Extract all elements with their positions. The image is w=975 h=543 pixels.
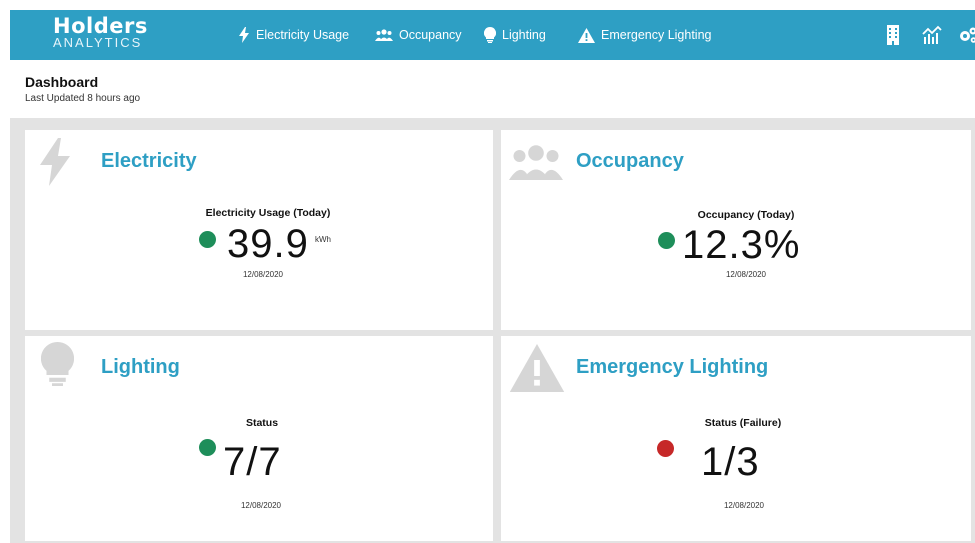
metric-label: Occupancy (Today) (697, 209, 795, 221)
metric-value: 12.3% (682, 223, 801, 267)
nav-lighting[interactable]: Lighting (484, 10, 546, 60)
metric-value: 39.9 (227, 222, 309, 266)
nav-emergency-lighting[interactable]: Emergency Lighting (578, 10, 711, 60)
lighting-card[interactable]: Lighting Status 7/7 12/08/2020 (25, 336, 493, 541)
analytics-button[interactable] (922, 25, 942, 45)
nav-label: Electricity Usage (256, 28, 350, 42)
nav-label: Emergency Lighting (601, 28, 712, 42)
settings-button[interactable] (958, 25, 975, 45)
metric-date: 12/08/2020 (242, 270, 284, 279)
holders-analytics-logo[interactable]: Holders ANALYTICS (53, 16, 148, 50)
status-dot-failure (657, 440, 674, 457)
analytics-chart-icon (922, 25, 942, 44)
metric-value: 7/7 (223, 440, 282, 484)
metric-unit: kWh (315, 235, 331, 244)
metric-label: Status (Failure) (704, 417, 782, 429)
metric-date: 12/08/2020 (723, 501, 765, 510)
electricity-card[interactable]: Electricity Electricity Usage (Today) 39… (25, 130, 493, 330)
status-dot-ok (658, 232, 675, 249)
dashboard-grid: Electricity Electricity Usage (Today) 39… (10, 118, 975, 543)
nav-occupancy[interactable]: Occupancy (375, 10, 462, 60)
metric-value: 1/3 (701, 440, 760, 484)
settings-gears-icon (960, 27, 975, 43)
brand-name: Holders (53, 14, 148, 38)
status-dot-ok (199, 231, 216, 248)
status-dot-ok (199, 439, 216, 456)
nav-label: Occupancy (399, 28, 462, 42)
page-title: Dashboard (25, 74, 99, 90)
nav-label: Lighting (502, 28, 546, 42)
users-icon (375, 29, 393, 41)
lightbulb-icon (484, 27, 496, 43)
top-navigation-bar: Holders ANALYTICS Electricity Usage Occu… (10, 10, 975, 60)
bolt-icon (37, 138, 73, 191)
metric-date: 12/08/2020 (240, 501, 282, 510)
warning-icon (509, 344, 565, 397)
building-button[interactable] (885, 25, 905, 45)
nav-electricity-usage[interactable]: Electricity Usage (238, 10, 349, 60)
last-updated-text: Last Updated 8 hours ago (25, 93, 141, 104)
metric-label: Status (245, 417, 279, 429)
card-title: Electricity (101, 150, 197, 172)
lightbulb-icon (40, 341, 75, 391)
warning-icon (578, 27, 595, 43)
card-title: Emergency Lighting (576, 356, 769, 378)
users-icon (509, 144, 563, 185)
page-header: Dashboard Last Updated 8 hours ago (25, 74, 140, 104)
brand-subtitle: ANALYTICS (53, 35, 143, 50)
bolt-icon (239, 27, 249, 43)
card-title: Lighting (101, 356, 180, 378)
building-icon (887, 25, 899, 45)
card-title: Occupancy (576, 150, 684, 172)
occupancy-card[interactable]: Occupancy Occupancy (Today) 12.3% 12/08/… (501, 130, 971, 330)
metric-label: Electricity Usage (Today) (205, 207, 331, 219)
metric-date: 12/08/2020 (725, 270, 767, 279)
emergency-lighting-card[interactable]: Emergency Lighting Status (Failure) 1/3 … (501, 336, 971, 541)
